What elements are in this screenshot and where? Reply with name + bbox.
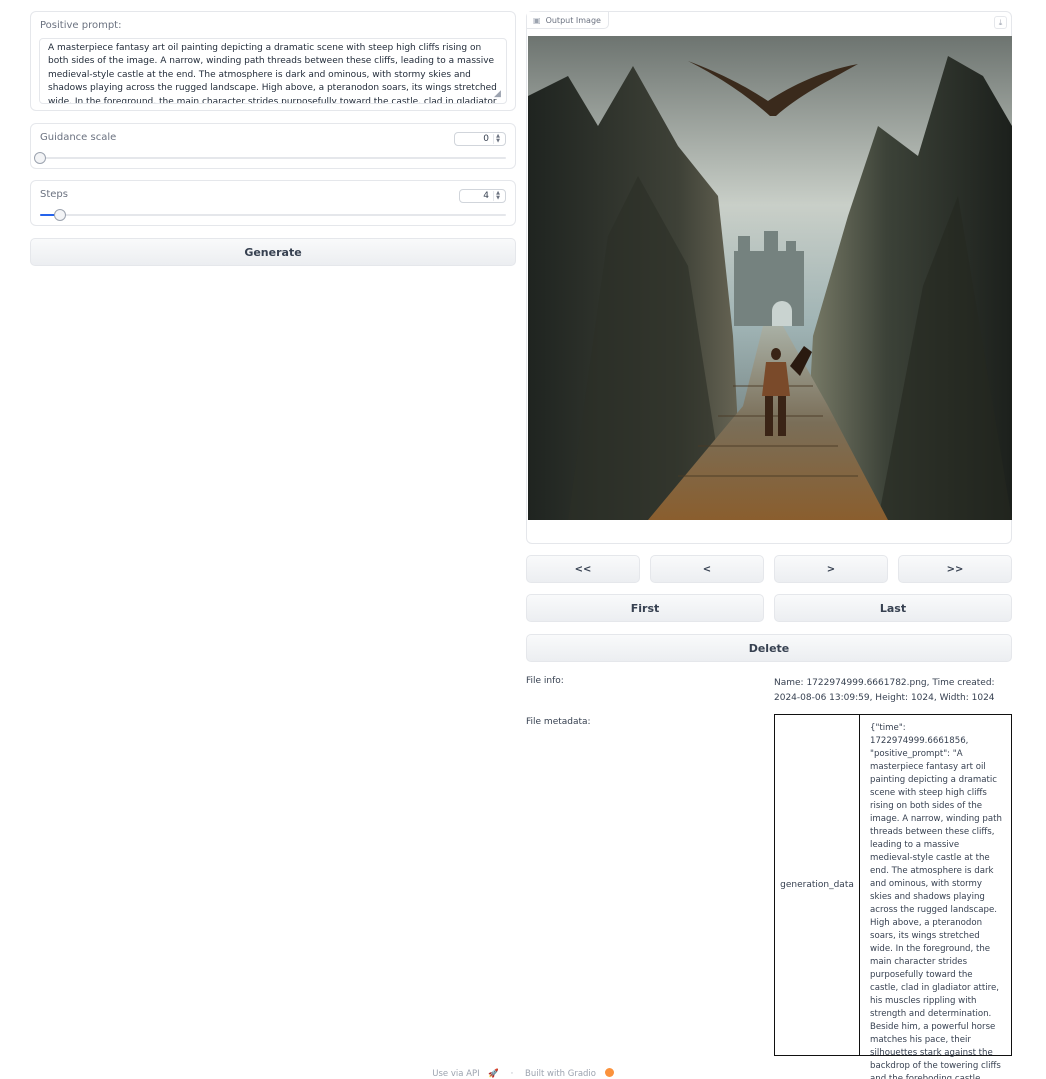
next-button[interactable]: > (774, 555, 888, 583)
spinner-icon[interactable]: ▲ ▼ (493, 134, 502, 144)
generate-button[interactable]: Generate (30, 238, 516, 266)
prompt-textarea[interactable] (39, 38, 507, 104)
footer: Use via API 🚀 · Built with Gradio (0, 1068, 1046, 1079)
guidance-scale-value: 0 (483, 134, 489, 144)
steps-slider[interactable] (40, 209, 506, 221)
last-page-button[interactable]: >> (898, 555, 1012, 583)
file-info-value: Name: 1722974999.6661782.png, Time creat… (774, 678, 995, 703)
metadata-key: generation_data (775, 715, 860, 1055)
fantasy-painting (528, 36, 1012, 520)
use-via-api-link[interactable]: Use via API 🚀 (429, 1069, 502, 1079)
guidance-scale-slider[interactable] (34, 152, 506, 164)
gradio-logo-icon (604, 1068, 614, 1077)
output-image-panel: ▣ Output Image ⤓ (526, 11, 1012, 544)
footer-separator: · (510, 1069, 514, 1079)
steps-value: 4 (483, 191, 489, 201)
prompt-label: Positive prompt: (40, 20, 122, 31)
output-image-tag: ▣ Output Image (527, 12, 609, 29)
built-with-gradio-link[interactable]: Built with Gradio (522, 1068, 617, 1079)
download-icon[interactable]: ⤓ (994, 16, 1007, 29)
guidance-scale-thumb[interactable] (34, 152, 46, 164)
steps-label: Steps (40, 189, 68, 200)
steps-thumb[interactable] (54, 209, 67, 221)
steps-block: Steps 4 ▲ ▼ (30, 180, 516, 226)
output-image-label: Output Image (545, 15, 601, 25)
resize-handle-icon[interactable]: ◢ (494, 90, 503, 99)
output-image (528, 36, 1012, 520)
spinner-icon[interactable]: ▲ ▼ (493, 191, 502, 201)
previous-button[interactable]: < (650, 555, 764, 583)
rocket-icon: 🚀 (488, 1069, 499, 1079)
first-page-button[interactable]: << (526, 555, 640, 583)
prompt-block: Positive prompt: ◢ (30, 11, 516, 111)
guidance-scale-label: Guidance scale (40, 132, 117, 143)
metadata-value: {"time": 1722974999.6661856, "positive_p… (870, 723, 1002, 1079)
metadata-table: generation_data {"time": 1722974999.6661… (774, 714, 1012, 1079)
delete-button[interactable]: Delete (526, 634, 1012, 662)
file-info-label: File info: (526, 676, 564, 686)
image-icon: ▣ (533, 15, 541, 25)
last-button[interactable]: Last (774, 594, 1012, 622)
first-button[interactable]: First (526, 594, 764, 622)
steps-number-input[interactable]: 4 ▲ ▼ (459, 189, 506, 203)
guidance-scale-block: Guidance scale 0 ▲ ▼ (30, 123, 516, 169)
file-metadata-label: File metadata: (526, 717, 591, 727)
guidance-scale-number-input[interactable]: 0 ▲ ▼ (454, 132, 506, 146)
